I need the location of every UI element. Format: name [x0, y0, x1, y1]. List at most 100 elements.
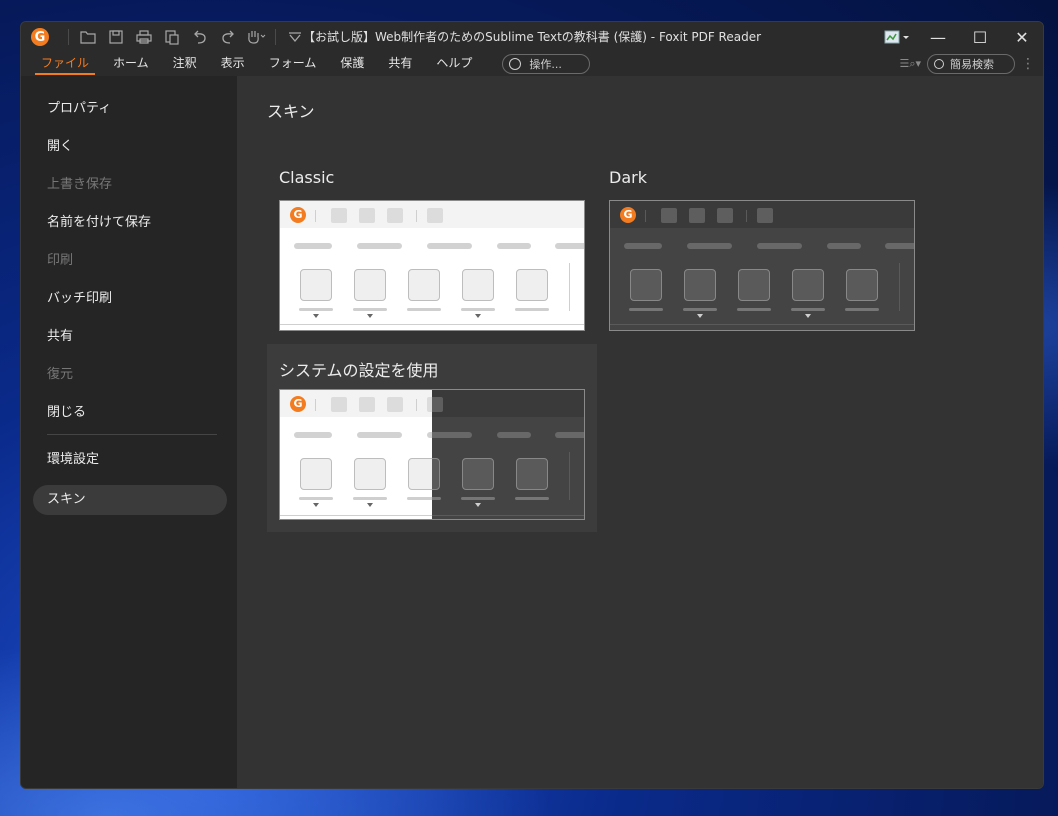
preview-button	[354, 269, 386, 301]
sidebar-item-open[interactable]: 開く	[21, 128, 237, 166]
search-icon	[934, 59, 944, 69]
menu-share[interactable]: 共有	[376, 52, 424, 76]
preview-divider	[746, 210, 747, 222]
preview-toolbar	[432, 390, 584, 417]
preview-tool	[432, 397, 443, 412]
preview-logo-icon: G	[290, 207, 306, 223]
preview-tab	[757, 243, 802, 249]
skin-option-system[interactable]: システムの設定を使用 G	[267, 344, 597, 532]
preview-caret-icon	[475, 314, 481, 318]
account-icon[interactable]	[877, 22, 917, 52]
more-options-icon[interactable]: ⋮	[1021, 56, 1035, 72]
customize-icon[interactable]	[281, 26, 309, 48]
dark-preview: G	[609, 200, 915, 331]
preview-button	[516, 458, 548, 490]
menu-protect[interactable]: 保護	[328, 52, 376, 76]
preview-label	[515, 497, 549, 500]
print-icon[interactable]	[130, 26, 158, 48]
sidebar-item-batch-print[interactable]: バッチ印刷	[21, 280, 237, 318]
preview-toolbar: G	[610, 201, 914, 228]
open-icon[interactable]	[74, 26, 102, 48]
preview-tab	[555, 432, 584, 438]
quick-search-placeholder: 簡易検索	[950, 58, 994, 71]
preview-tool	[757, 208, 773, 223]
preview-caret-icon	[367, 314, 373, 318]
sidebar-divider	[47, 434, 217, 435]
redo-icon[interactable]	[214, 26, 242, 48]
preview-button	[300, 458, 332, 490]
sidebar-item-close[interactable]: 閉じる	[21, 394, 237, 432]
preview-label	[629, 308, 663, 311]
skin-panel: スキン Classic G Dark G システムの設定を使用 G	[237, 76, 1043, 788]
preview-button	[462, 458, 494, 490]
tell-me-text: 操作...	[529, 58, 562, 71]
page-title: スキン	[267, 102, 315, 121]
sidebar-item-properties[interactable]: プロパティ	[21, 90, 237, 128]
copy-icon[interactable]	[158, 26, 186, 48]
sidebar-item-revert: 復元	[47, 367, 74, 382]
preview-label	[515, 308, 549, 311]
tell-me-box[interactable]: 操作...	[502, 54, 591, 74]
save-icon[interactable]	[102, 26, 130, 48]
preview-bottom-line	[610, 324, 914, 325]
menu-view[interactable]: 表示	[209, 52, 257, 76]
menu-comment[interactable]: 注釈	[161, 52, 209, 76]
preview-label	[299, 308, 333, 311]
sidebar-item-skin[interactable]: スキン	[33, 485, 227, 515]
hand-icon[interactable]	[242, 26, 270, 48]
foxit-logo-icon[interactable]: G	[31, 28, 49, 46]
skin-option-classic[interactable]: Classic G	[267, 156, 597, 336]
preview-tab	[294, 432, 332, 438]
skin-label-dark: Dark	[609, 168, 647, 187]
preview-divider	[315, 399, 316, 411]
preview-button	[408, 269, 440, 301]
sidebar-item-save-as[interactable]: 名前を付けて保存	[21, 204, 237, 242]
minimize-button[interactable]: —	[917, 22, 959, 52]
menu-home[interactable]: ホーム	[101, 52, 161, 76]
preview-label	[407, 308, 441, 311]
undo-icon[interactable]	[186, 26, 214, 48]
preview-button	[738, 269, 770, 301]
preview-bottom-line	[280, 515, 432, 516]
skin-label-system: システムの設定を使用	[279, 361, 439, 380]
quick-search-input[interactable]: 簡易検索	[927, 54, 1015, 74]
menu-help[interactable]: ヘルプ	[424, 52, 484, 76]
skin-option-dark[interactable]: Dark G	[597, 156, 927, 336]
menu-form[interactable]: フォーム	[257, 52, 329, 76]
preview-label	[683, 308, 717, 311]
preview-tab	[357, 243, 402, 249]
preview-label	[432, 497, 441, 500]
sidebar-item-save: 上書き保存	[47, 177, 113, 192]
preview-button	[354, 458, 386, 490]
preview-tab	[555, 243, 584, 249]
preview-caret-icon	[367, 503, 373, 507]
preview-divider	[569, 452, 570, 500]
toolbar-divider	[68, 29, 69, 45]
preview-tool	[387, 397, 403, 412]
preview-tab	[624, 243, 662, 249]
preview-button	[792, 269, 824, 301]
preview-button	[846, 269, 878, 301]
lightbulb-icon	[509, 58, 522, 70]
logo-letter: G	[34, 29, 46, 45]
sidebar-item-share[interactable]: 共有	[21, 318, 237, 356]
maximize-button[interactable]: ☐	[959, 22, 1001, 52]
preview-label	[353, 497, 387, 500]
system-preview: G	[279, 389, 585, 520]
system-preview-dark-half	[432, 390, 584, 519]
preview-caret-icon	[313, 314, 319, 318]
preview-divider	[416, 399, 417, 411]
preview-tab	[687, 243, 732, 249]
advanced-search-icon[interactable]: ☰⌕▾	[899, 57, 921, 71]
preview-tab	[497, 432, 531, 438]
skin-label-classic: Classic	[279, 168, 335, 187]
preview-label	[461, 497, 495, 500]
preview-tool	[717, 208, 733, 223]
close-button[interactable]: ✕	[1001, 22, 1043, 52]
preview-button	[408, 458, 432, 490]
preview-label	[353, 308, 387, 311]
preview-label	[407, 497, 432, 500]
sidebar-item-preferences[interactable]: 環境設定	[21, 441, 237, 479]
menu-file[interactable]: ファイル	[29, 52, 101, 76]
sidebar-item-print: 印刷	[47, 253, 74, 268]
